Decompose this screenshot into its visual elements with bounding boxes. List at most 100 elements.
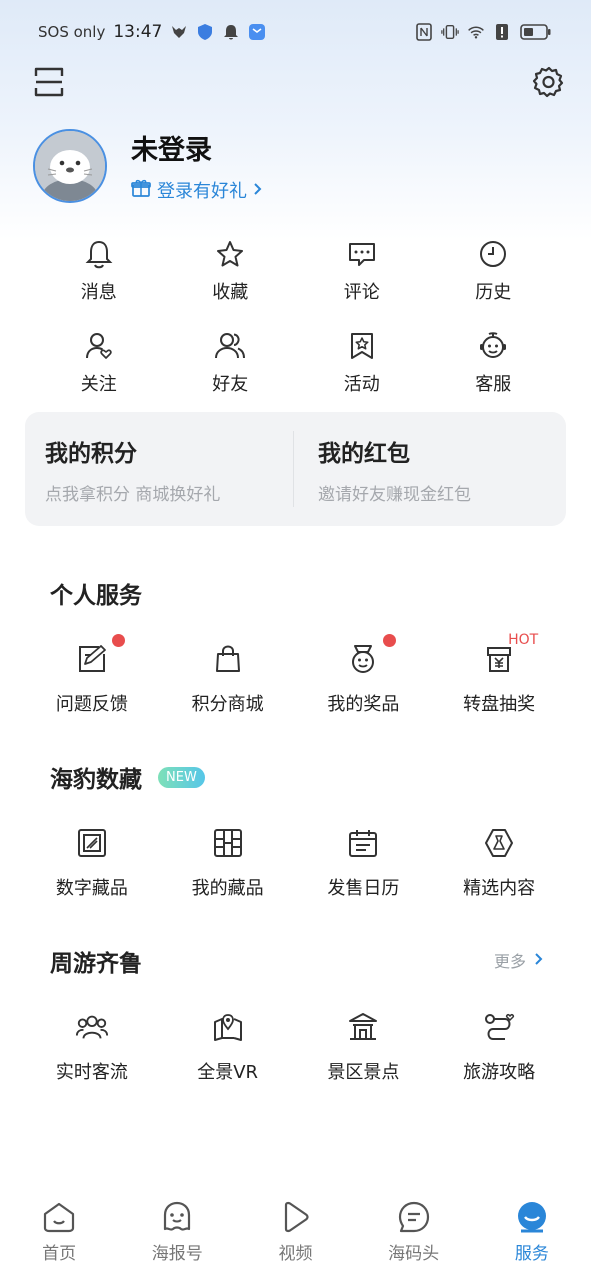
vr-location-icon [211, 1010, 245, 1044]
nav-home[interactable]: 首页 [9, 1199, 109, 1264]
app-badge-icon [248, 23, 266, 41]
quick-menu-grid: 消息 收藏 评论 历史 关注 好友 活动 客服 [33, 238, 559, 396]
calendar-icon [346, 826, 380, 860]
travel-scenic-spots[interactable]: 景区景点 [296, 1010, 432, 1084]
nav-label: 海码头 [388, 1243, 440, 1264]
more-label: 更多 [493, 952, 526, 971]
my-points-title: 我的积分 [45, 440, 137, 467]
travel-realtime-crowd[interactable]: 实时客流 [24, 1010, 160, 1084]
quick-item-label: 消息 [80, 282, 117, 303]
service-label: 积分商城 [191, 694, 264, 715]
route-icon [482, 1010, 516, 1044]
clock-text: 13:47 [113, 22, 163, 42]
quick-item-label: 关注 [80, 374, 117, 395]
ghost-icon [159, 1199, 195, 1235]
new-badge: NEW [158, 766, 205, 788]
signal-alert-icon [493, 23, 511, 41]
personal-services-title: 个人服务 [50, 576, 142, 610]
avatar[interactable] [33, 128, 107, 203]
quick-item-label: 收藏 [212, 282, 249, 303]
quick-item-comments[interactable]: 评论 [296, 238, 428, 304]
wifi-icon [467, 23, 485, 41]
quick-item-label: 客服 [475, 374, 512, 395]
nav-label: 海报号 [151, 1243, 203, 1264]
my-points-subtitle: 点我拿积分 商城换好礼 [45, 484, 221, 505]
quick-item-label: 评论 [343, 282, 380, 303]
my-red-packet-title: 我的红包 [318, 440, 410, 467]
quick-item-messages[interactable]: 消息 [33, 238, 165, 304]
activity-bookmark-icon [346, 330, 378, 362]
scan-icon[interactable] [30, 63, 68, 101]
unread-dot [111, 634, 125, 647]
quick-item-history[interactable]: 历史 [428, 238, 560, 304]
service-label: 全景VR [197, 1062, 259, 1083]
play-icon [277, 1199, 313, 1235]
service-label: 问题反馈 [55, 694, 128, 715]
clock-icon [477, 238, 509, 270]
quick-item-activity[interactable]: 活动 [296, 330, 428, 396]
fox-icon [170, 23, 188, 41]
battery-icon [519, 23, 553, 41]
travel-more-link[interactable]: 更多 [494, 948, 543, 972]
top-actions [30, 62, 568, 102]
quick-item-favorites[interactable]: 收藏 [165, 238, 297, 304]
service-label: 精选内容 [463, 878, 536, 899]
settings-gear-icon[interactable] [530, 63, 568, 101]
my-points-card[interactable]: 我的积分 点我拿积分 商城换好礼 [25, 434, 293, 505]
nav-video[interactable]: 视频 [245, 1199, 345, 1264]
collection-release-calendar[interactable]: 发售日历 [296, 826, 432, 900]
personal-services-grid: 问题反馈 积分商城 我的奖品 HOT 转盘抽奖 [24, 632, 567, 716]
profile-header[interactable]: 未登录 登录有好礼 [33, 128, 263, 203]
service-label: 实时客流 [55, 1062, 128, 1083]
service-label: 旅游攻略 [463, 1062, 536, 1083]
points-redpacket-card: 我的积分 点我拿积分 商城换好礼 我的红包 邀请好友赚现金红包 [25, 412, 566, 526]
notification-bell-icon [222, 23, 240, 41]
nav-label: 首页 [42, 1243, 77, 1264]
service-lottery[interactable]: HOT 转盘抽奖 [431, 632, 567, 716]
vibrate-icon [441, 23, 459, 41]
section-title-text: 个人服务 [50, 583, 142, 609]
service-label: 景区景点 [327, 1062, 400, 1083]
hot-tag: HOT [508, 632, 539, 648]
quick-item-follow[interactable]: 关注 [33, 330, 165, 396]
home-icon [41, 1199, 77, 1235]
service-feedback[interactable]: 问题反馈 [24, 634, 160, 716]
carrier-text: SOS only [38, 23, 106, 41]
collection-my-items[interactable]: 我的藏品 [160, 826, 296, 900]
nav-label: 服务 [514, 1243, 549, 1264]
collection-digital-items[interactable]: 数字藏品 [24, 826, 160, 900]
travel-panorama-vr[interactable]: 全景VR [160, 1010, 296, 1084]
nav-services[interactable]: 服务 [482, 1199, 582, 1264]
bottom-navigation: 首页 海报号 视频 海码头 服务 [0, 1190, 591, 1280]
chevron-right-icon [253, 180, 263, 201]
frame-icon [75, 826, 109, 860]
my-red-packet-subtitle: 邀请好友赚现金红包 [318, 484, 471, 505]
comment-icon [346, 238, 378, 270]
unread-dot [383, 634, 397, 647]
grid-collection-icon [211, 826, 245, 860]
quick-item-friends[interactable]: 好友 [165, 330, 297, 396]
travel-grid: 实时客流 全景VR 景区景点 旅游攻略 [24, 1010, 567, 1084]
nav-dock[interactable]: 海码头 [364, 1199, 464, 1264]
digital-collection-title: 海豹数藏 NEW [50, 760, 205, 794]
customer-service-icon [477, 330, 509, 362]
collection-featured-content[interactable]: 精选内容 [431, 826, 567, 900]
quick-item-label: 历史 [475, 282, 512, 303]
section-title-text: 周游齐鲁 [50, 951, 142, 977]
login-gift-link[interactable]: 登录有好礼 [131, 177, 263, 203]
friends-icon [214, 330, 246, 362]
crowd-icon [75, 1010, 109, 1044]
service-label: 转盘抽奖 [463, 694, 536, 715]
my-red-packet-card[interactable]: 我的红包 邀请好友赚现金红包 [294, 434, 566, 505]
nav-poster[interactable]: 海报号 [127, 1199, 227, 1264]
service-face-icon [514, 1199, 550, 1235]
gift-icon [131, 178, 151, 203]
quick-item-customer-service[interactable]: 客服 [428, 330, 560, 396]
login-status-title[interactable]: 未登录 [131, 128, 263, 167]
service-my-prizes[interactable]: 我的奖品 [296, 634, 432, 716]
feedback-edit-icon [75, 634, 125, 676]
service-label: 数字藏品 [55, 878, 128, 899]
service-points-mall[interactable]: 积分商城 [160, 642, 296, 716]
shopping-bag-icon [211, 642, 245, 676]
travel-guides[interactable]: 旅游攻略 [431, 1010, 567, 1084]
